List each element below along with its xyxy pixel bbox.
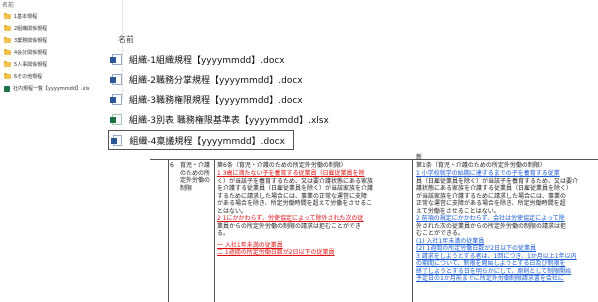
new-column-header: 新: [416, 154, 423, 161]
old-line: 二 1週間の所定労働日数が2日以下の従業員: [217, 249, 335, 256]
old-line: がある場合を除き、所定労働時間を超えて労働をさせるこ: [217, 200, 373, 207]
folder-icon: [4, 25, 11, 31]
old-line: 一 入社1年未満の従業員: [217, 241, 283, 249]
old-clause-heading: 第6条（育児・介護のための所定外労働の制限）: [217, 162, 347, 169]
table-rule: [168, 159, 169, 302]
folder-item-1[interactable]: 1基本規程: [4, 12, 37, 21]
file-list: 名前 組織-1組織規程【yyyymmdd】.docx 組織-2職務分掌規程【yy…: [108, 34, 598, 154]
file-row-selected[interactable]: 組織-4稟議規程【yyyymmdd】.docx: [108, 130, 294, 150]
folder-item-4[interactable]: 4会計関係規程: [4, 48, 47, 57]
excel-file-icon: [4, 85, 10, 92]
file-row[interactable]: 組織-3職務権限規程【yyyymmdd】.docx: [108, 90, 303, 108]
row-number: 6: [170, 162, 174, 169]
new-line: (2) 1週間の所定労働日数が2日以下の従業員: [416, 245, 537, 252]
folder-item-6[interactable]: 6その他規程: [4, 72, 42, 81]
excel-document-icon: [110, 113, 122, 125]
folder-item-3[interactable]: 3業務関係規程: [4, 36, 47, 45]
new-line: えて労働をさせることはない。: [416, 207, 500, 215]
new-line: が当該家族を介護するために請求した場合には、事業の: [416, 192, 567, 200]
new-line: (1) 入社1年未満の従業員: [416, 237, 485, 245]
folder-label: 1基本規程: [14, 14, 38, 20]
clause-title: 育児・介護のための所定外労働の制限: [180, 162, 211, 192]
old-line: 2 1にかかわらず、労使協定によって除外された次の従: [217, 215, 364, 222]
folder-icon: [4, 37, 11, 43]
old-line: く）が当該子を養育するため、又は要介護状態にある家族: [217, 177, 374, 185]
file-row[interactable]: 組織-1組織規程【yyyymmdd】.docx: [108, 50, 285, 68]
word-document-icon: [110, 93, 122, 105]
new-line: 2 前項の規定にかかわらず、会社は労使協定によって除: [416, 215, 565, 222]
folder-icon: [4, 49, 11, 55]
file-row[interactable]: 組織-2職務分掌規程【yyyymmdd】.docx: [108, 70, 303, 88]
folder-pane: 名前 1基本規程 2組織関係規程 3業務関係規程 4会計関係規程 5人事関係規程…: [0, 0, 123, 100]
new-line: の期間について、制限を開始しようとする日及び制限を: [416, 260, 566, 267]
old-line: 1 3歳に満たない子を養育する従業員（日雇従業員を除: [217, 170, 365, 177]
table-rule: [214, 159, 215, 302]
file-name: 組織-3職務権限規程【yyyymmdd】.docx: [129, 95, 303, 106]
table-rule: [412, 159, 413, 302]
old-line: 業員からの所定外労働の制限の請求は拒むことができ: [217, 222, 362, 230]
new-line: 予定日の1か月前までに所定外労働制限請求書を会社に: [416, 275, 564, 282]
word-document-icon: [110, 53, 122, 65]
folder-label: 2組織関係規程: [14, 26, 48, 32]
table-rule: [150, 159, 598, 160]
old-line: る。: [217, 230, 230, 237]
new-line: むことができる。: [416, 230, 464, 237]
new-line: 員（日雇従業員を除く）が当該子を養育するため、又は要介: [416, 177, 579, 185]
folder-item-5[interactable]: 5人事関係規程: [4, 60, 47, 69]
folder-icon: [4, 61, 11, 67]
old-line: を介護する従業員（日雇従業員を除く）が当該家族を介護: [217, 185, 374, 192]
old-line: とはない。: [217, 207, 248, 215]
folder-label: 4会計関係規程: [14, 50, 48, 56]
new-line: 終了しようとする日を明らかにして、原則として制限開始: [416, 267, 572, 275]
new-line: 外された次の従業員からの所定外労働の制限の請求は拒: [416, 222, 567, 230]
new-line: 護状態にある家族を介護する従業員（日雇従業員を除く）: [416, 185, 573, 192]
new-line: 1 小学校就学の始期に達するまでの子を養育する従業: [416, 170, 560, 177]
new-line: 正常な運営に支障がある場合を除き、所定労働時間を超: [416, 200, 566, 207]
file-name: 組織-2職務分掌規程【yyyymmdd】.docx: [129, 75, 303, 86]
file-name: 組織-4稟議規程【yyyymmdd】.docx: [129, 136, 285, 147]
new-line: 3 請求をしようとする者は、1回につき、1か月以上1年以内: [416, 252, 577, 260]
folder-label: 6その他規程: [14, 74, 43, 80]
folder-label: 5人事関係規程: [14, 62, 48, 68]
folder-label: 3業務関係規程: [14, 38, 48, 44]
word-document-icon: [110, 134, 123, 146]
file-row[interactable]: 組織-3別表 職務権限基準表【yyyymmdd】.xlsx: [108, 110, 329, 128]
folder-icon: [4, 13, 11, 19]
comparison-document: 新 6 育児・介護のための所定外労働の制限 第6条（育児・介護のための所定外労働…: [150, 153, 598, 302]
file-name: 組織-1組織規程【yyyymmdd】.docx: [129, 55, 285, 66]
new-clause-body: 1 小学校就学の始期に達するまでの子を養育する従業 員（日雇従業員を除く）が当該…: [416, 170, 596, 283]
word-document-icon: [110, 73, 122, 85]
file-item-index-xls[interactable]: 社内規程一覧【yyyymmdd】.xls: [4, 84, 89, 93]
folder-item-2[interactable]: 2組織関係規程: [4, 24, 47, 33]
comparison-table: 新 6 育児・介護のための所定外労働の制限 第6条（育児・介護のための所定外労働…: [150, 154, 598, 302]
folder-pane-header: 名前: [2, 2, 15, 9]
file-label: 社内規程一覧【yyyymmdd】.xls: [13, 86, 90, 92]
file-list-column-header[interactable]: 名前: [118, 34, 134, 45]
new-clause-heading: 第1条（育児・介護のための所定外労働の制限）: [416, 162, 546, 169]
folder-icon: [4, 73, 11, 79]
old-line: するために請求した場合には、事業の正常な運営に支障: [217, 192, 368, 200]
old-clause-body: 1 3歳に満たない子を養育する従業員（日雇従業員を除 く）が当該子を養育するため…: [217, 170, 411, 257]
file-name: 組織-3別表 職務権限基準表【yyyymmdd】.xlsx: [129, 115, 329, 126]
